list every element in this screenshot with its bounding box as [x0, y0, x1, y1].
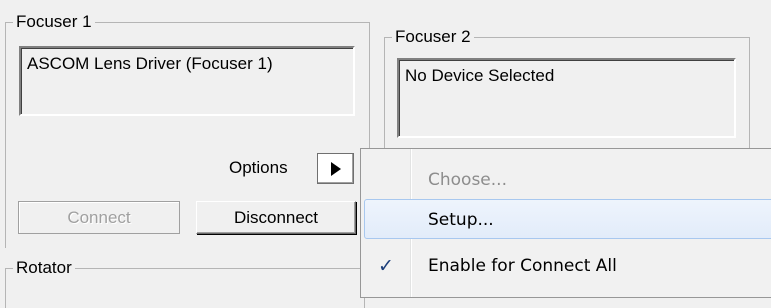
rotator-group: Rotator: [5, 258, 365, 308]
menu-item-setup[interactable]: Setup...: [364, 199, 771, 239]
rotator-group-label: Rotator: [13, 258, 75, 278]
focuser1-device-name: ASCOM Lens Driver (Focuser 1): [27, 54, 273, 73]
options-context-menu: Choose... Setup... ✓ Enable for Connect …: [360, 148, 771, 298]
triangle-right-icon: [330, 161, 341, 176]
menu-item-enable-connect-all-label: Enable for Connect All: [428, 256, 617, 276]
disconnect-button[interactable]: Disconnect: [196, 201, 356, 234]
options-label: Options: [229, 158, 288, 177]
options-arrow-button[interactable]: [317, 153, 354, 184]
focuser1-group-label: Focuser 1: [13, 12, 95, 32]
disconnect-button-label: Disconnect: [233, 207, 319, 227]
focuser2-device-name: No Device Selected: [405, 66, 555, 85]
focuser1-device-box[interactable]: ASCOM Lens Driver (Focuser 1): [19, 46, 355, 116]
menu-item-choose-label: Choose...: [428, 170, 507, 190]
connect-button[interactable]: Connect: [18, 201, 180, 234]
focuser2-group-label: Focuser 2: [392, 27, 474, 47]
checkmark-icon: ✓: [378, 255, 394, 277]
menu-item-choose[interactable]: Choose...: [364, 160, 771, 200]
menu-item-setup-label: Setup...: [428, 210, 494, 230]
connect-button-label: Connect: [67, 207, 131, 227]
menu-item-enable-connect-all[interactable]: ✓ Enable for Connect All: [364, 246, 771, 286]
focuser2-device-box[interactable]: No Device Selected: [397, 58, 736, 138]
